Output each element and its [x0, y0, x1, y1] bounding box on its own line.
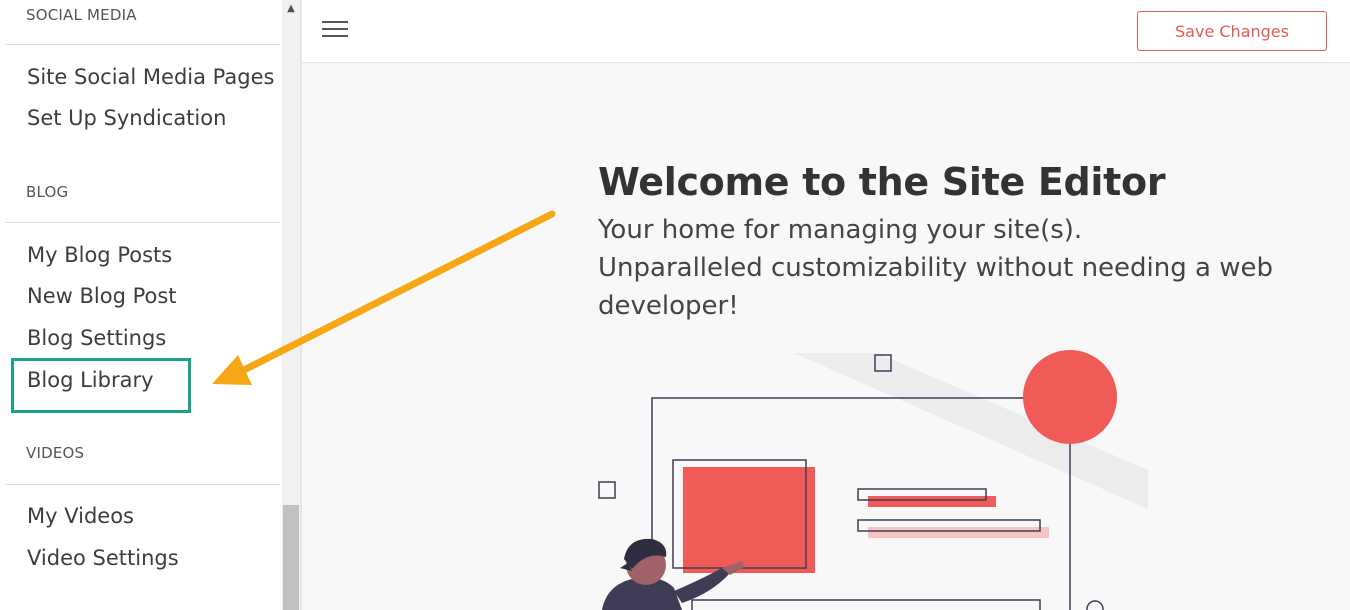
- annotation-arrow-icon: [212, 210, 556, 385]
